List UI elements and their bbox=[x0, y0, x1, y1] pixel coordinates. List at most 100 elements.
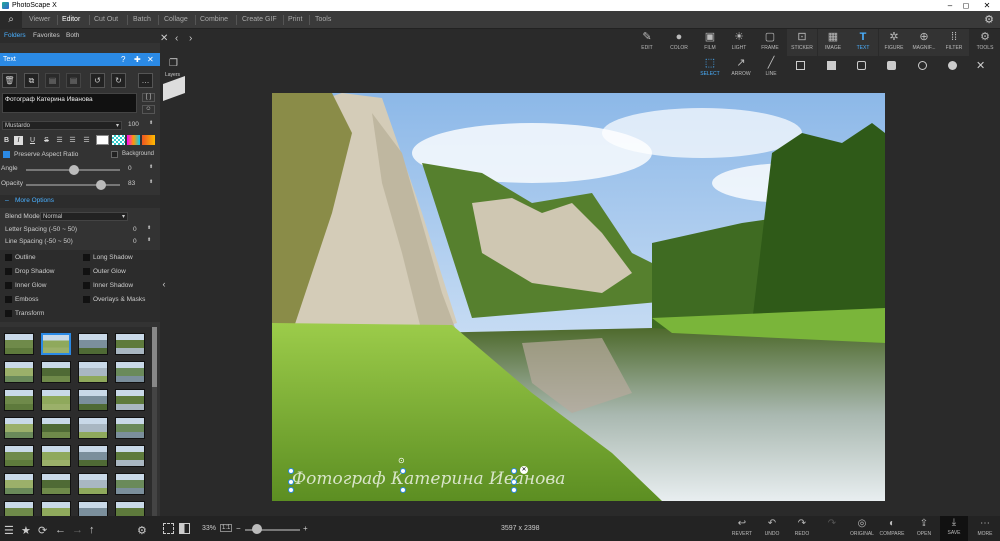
tool-select[interactable]: ⬚ SELECT bbox=[695, 55, 725, 77]
underline-button[interactable]: U bbox=[28, 136, 37, 145]
align-right-icon[interactable]: ☰ bbox=[82, 136, 91, 145]
up-arrow-icon[interactable]: ↑ bbox=[89, 524, 95, 536]
photo-canvas[interactable]: Фотограф Катерина Иванова ⊙ ✕ bbox=[272, 93, 885, 501]
long-shadow-checkbox[interactable] bbox=[83, 254, 90, 261]
tool-sticker[interactable]: ⊡ STICKER bbox=[787, 29, 817, 56]
open-button[interactable]: ⇪ OPEN bbox=[910, 517, 938, 537]
ellipse-outline-icon[interactable] bbox=[918, 61, 927, 70]
align-left-icon[interactable]: ☰ bbox=[55, 136, 64, 145]
thumbnail[interactable] bbox=[115, 333, 145, 355]
close-icon[interactable]: ✕ bbox=[981, 0, 993, 11]
menu-combine[interactable]: Combine bbox=[196, 11, 232, 29]
drop-shadow-checkbox[interactable] bbox=[5, 268, 12, 275]
thumbnail[interactable] bbox=[4, 445, 34, 467]
collapse-panel-icon[interactable]: ‹ bbox=[159, 264, 169, 304]
gradient-swatch[interactable] bbox=[127, 135, 140, 145]
resize-handle[interactable] bbox=[511, 479, 517, 485]
layers-list-icon[interactable]: ☰ bbox=[4, 524, 14, 537]
thumbnail[interactable] bbox=[41, 417, 71, 439]
tool-text[interactable]: T TEXT bbox=[848, 29, 878, 56]
letter-spacing-value[interactable]: 0 bbox=[133, 226, 137, 233]
minimize-icon[interactable]: – bbox=[944, 0, 956, 11]
ellipse-fill-icon[interactable] bbox=[948, 61, 957, 70]
menu-editor[interactable]: Editor bbox=[58, 11, 84, 29]
thumbnail[interactable] bbox=[78, 417, 108, 439]
inner-shadow-checkbox[interactable] bbox=[83, 282, 90, 289]
angle-stepper[interactable]: ⬍ bbox=[149, 164, 153, 170]
prev-photo-icon[interactable]: ‹ bbox=[175, 33, 178, 44]
save-button[interactable]: ⤓ SAVE bbox=[940, 516, 968, 541]
zoom-out-icon[interactable]: − bbox=[236, 524, 241, 533]
thumbnail[interactable] bbox=[115, 445, 145, 467]
preserve-aspect-checkbox[interactable] bbox=[3, 151, 10, 158]
texture-swatch[interactable] bbox=[112, 135, 125, 145]
tool-image[interactable]: ▦ IMAGE bbox=[818, 29, 848, 56]
tool-light[interactable]: ☀ LIGHT bbox=[724, 29, 754, 51]
letter-spacing-stepper[interactable]: ⬍ bbox=[147, 225, 151, 231]
more-button[interactable]: ⋯ MORE bbox=[971, 517, 999, 537]
tab-both[interactable]: Both bbox=[66, 29, 79, 43]
outline-checkbox[interactable] bbox=[5, 254, 12, 261]
tool-frame[interactable]: ▢ FRAME bbox=[755, 29, 785, 51]
opacity-value[interactable]: 83 bbox=[128, 180, 135, 187]
close-editor-icon[interactable]: ✕ bbox=[160, 33, 168, 44]
thumbnail[interactable] bbox=[78, 333, 108, 355]
thumbnail[interactable] bbox=[4, 417, 34, 439]
strike-button[interactable]: S bbox=[42, 136, 51, 145]
resize-handle[interactable] bbox=[400, 468, 406, 474]
tool-color[interactable]: ● COLOR bbox=[664, 29, 694, 51]
rotate-left-icon[interactable]: ↺ bbox=[90, 73, 105, 88]
tool-edit[interactable]: ✎ EDIT bbox=[632, 29, 662, 51]
resize-handle[interactable] bbox=[400, 487, 406, 493]
text-color-swatch[interactable] bbox=[96, 135, 109, 145]
resize-handle[interactable] bbox=[288, 479, 294, 485]
thumbnail[interactable] bbox=[41, 445, 71, 467]
menu-batch[interactable]: Batch bbox=[129, 11, 155, 29]
opacity-stepper[interactable]: ⬍ bbox=[149, 179, 153, 185]
resize-handle[interactable] bbox=[288, 468, 294, 474]
font-size-stepper[interactable]: ⬍ bbox=[149, 120, 153, 126]
menu-collage[interactable]: Collage bbox=[160, 11, 192, 29]
resize-handle[interactable] bbox=[511, 487, 517, 493]
rect-outline-icon[interactable] bbox=[796, 61, 805, 70]
emboss-checkbox[interactable] bbox=[5, 296, 12, 303]
thumbnail[interactable] bbox=[78, 445, 108, 467]
thumbnail[interactable] bbox=[4, 361, 34, 383]
font-select[interactable]: Mustardo ▾ bbox=[2, 121, 122, 130]
tab-folders[interactable]: Folders bbox=[4, 29, 26, 43]
bold-button[interactable]: B bbox=[2, 136, 11, 145]
redo-button[interactable]: ↷ REDO bbox=[788, 517, 816, 537]
refresh-icon[interactable]: ⟳ bbox=[38, 524, 47, 537]
thumbnail[interactable] bbox=[115, 361, 145, 383]
inner-glow-checkbox[interactable] bbox=[5, 282, 12, 289]
zoom-slider-knob[interactable] bbox=[252, 524, 262, 534]
close-subtools-icon[interactable]: ✕ bbox=[976, 59, 985, 72]
font-size-value[interactable]: 100 bbox=[128, 121, 139, 128]
thumbnail[interactable] bbox=[4, 333, 34, 355]
thumbnail[interactable] bbox=[115, 389, 145, 411]
next-photo-icon[interactable]: › bbox=[189, 33, 192, 44]
thumbnail[interactable] bbox=[115, 473, 145, 495]
settings-gear-icon[interactable]: ⚙ bbox=[984, 13, 994, 26]
resize-handle[interactable] bbox=[511, 468, 517, 474]
thumbnail[interactable] bbox=[41, 361, 71, 383]
menu-print[interactable]: Print bbox=[284, 11, 306, 29]
opacity-slider-knob[interactable] bbox=[96, 180, 106, 190]
menu-create-gif[interactable]: Create GIF bbox=[238, 11, 281, 29]
background-checkbox[interactable] bbox=[111, 151, 118, 158]
thumbnail[interactable] bbox=[78, 389, 108, 411]
tool-line[interactable]: ╱ LINE bbox=[756, 55, 786, 77]
expand-text-icon[interactable]: [ ] bbox=[142, 93, 155, 102]
italic-button[interactable]: I bbox=[14, 136, 23, 145]
thumbnail[interactable] bbox=[4, 473, 34, 495]
home-search-icon[interactable]: ⌕ bbox=[0, 11, 22, 29]
zoom-in-icon[interactable]: + bbox=[303, 524, 308, 533]
layers-button[interactable]: ❐ Layers bbox=[163, 55, 185, 102]
angle-slider-knob[interactable] bbox=[69, 165, 79, 175]
tool-arrow[interactable]: ↗ ARROW bbox=[726, 55, 756, 77]
thumbnail-scrollbar[interactable] bbox=[152, 327, 157, 517]
angle-value[interactable]: 0 bbox=[128, 165, 132, 172]
blend-mode-select[interactable]: Normal ▾ bbox=[40, 212, 128, 221]
back-arrow-icon[interactable]: ← bbox=[55, 524, 66, 536]
panel-close-icon[interactable]: ✕ bbox=[147, 53, 154, 66]
